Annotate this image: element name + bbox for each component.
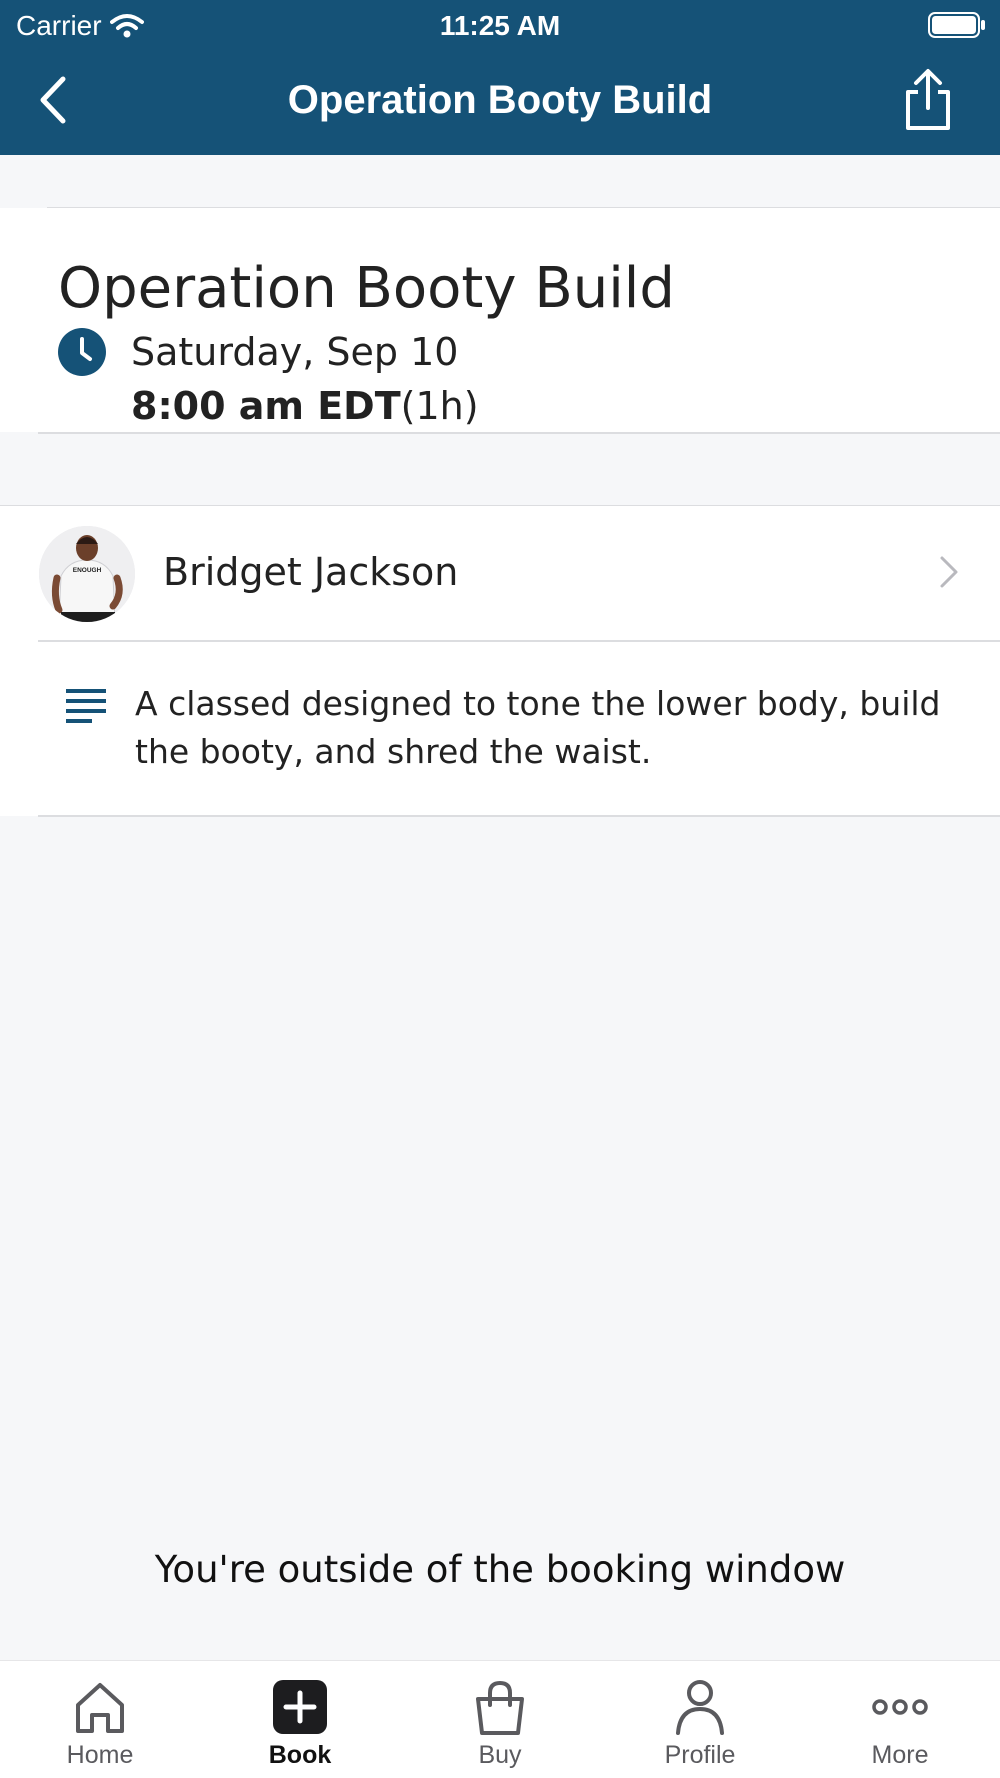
status-bar: Carrier 11:25 AM: [0, 0, 1000, 48]
shirt-text: ENOUGH: [73, 567, 102, 574]
class-header-card: Operation Booty Build Saturday, Sep 10 8…: [0, 208, 1000, 432]
plus-square-icon: [273, 1680, 327, 1734]
tab-book[interactable]: Book: [200, 1661, 400, 1778]
home-icon: [76, 1683, 124, 1733]
tab-label: Buy: [478, 1741, 522, 1769]
tab-home[interactable]: Home: [0, 1661, 200, 1778]
instructor-row[interactable]: ENOUGH Bridget Jackson: [0, 506, 1000, 641]
class-duration: (1h): [400, 384, 479, 428]
status-time: 11:25 AM: [439, 10, 561, 41]
tab-buy[interactable]: Buy: [400, 1661, 600, 1778]
chevron-right-icon: [940, 556, 958, 588]
tab-more[interactable]: More: [800, 1661, 1000, 1778]
nav-title: Operation Booty Build: [287, 78, 713, 122]
more-dots-icon: [872, 1699, 928, 1715]
divider: [38, 432, 1000, 434]
share-icon: [906, 69, 950, 130]
tab-label: Book: [268, 1741, 332, 1769]
class-info-card: ENOUGH Bridget Jackson A classed designe…: [0, 506, 1000, 816]
class-time: 8:00 am EDT: [131, 384, 401, 428]
tab-bar: Home Book Buy Profile More: [0, 1660, 1000, 1778]
shopping-bag-icon: [476, 1680, 524, 1735]
description-icon: [66, 689, 106, 723]
tab-label: More: [871, 1741, 929, 1769]
tab-label: Home: [66, 1741, 134, 1769]
tab-label: Profile: [664, 1741, 736, 1769]
share-button[interactable]: [896, 68, 960, 132]
divider: [38, 640, 1000, 642]
booking-window-message: You're outside of the booking window: [154, 1548, 846, 1591]
class-date: Saturday, Sep 10: [131, 330, 459, 374]
avatar: ENOUGH: [39, 526, 135, 622]
tab-profile[interactable]: Profile: [600, 1661, 800, 1778]
clock-icon: [58, 328, 106, 376]
instructor-name: Bridget Jackson: [163, 550, 459, 594]
navigation-bar: Operation Booty Build: [0, 48, 1000, 155]
class-title: Operation Booty Build: [58, 256, 675, 321]
person-icon: [676, 1680, 724, 1735]
battery-icon: [928, 12, 986, 43]
instructor-photo: ENOUGH: [39, 526, 135, 622]
divider: [38, 815, 1000, 817]
class-time-line: 8:00 am EDT(1h): [131, 384, 479, 428]
class-description: A classed designed to tone the lower bod…: [135, 684, 941, 771]
